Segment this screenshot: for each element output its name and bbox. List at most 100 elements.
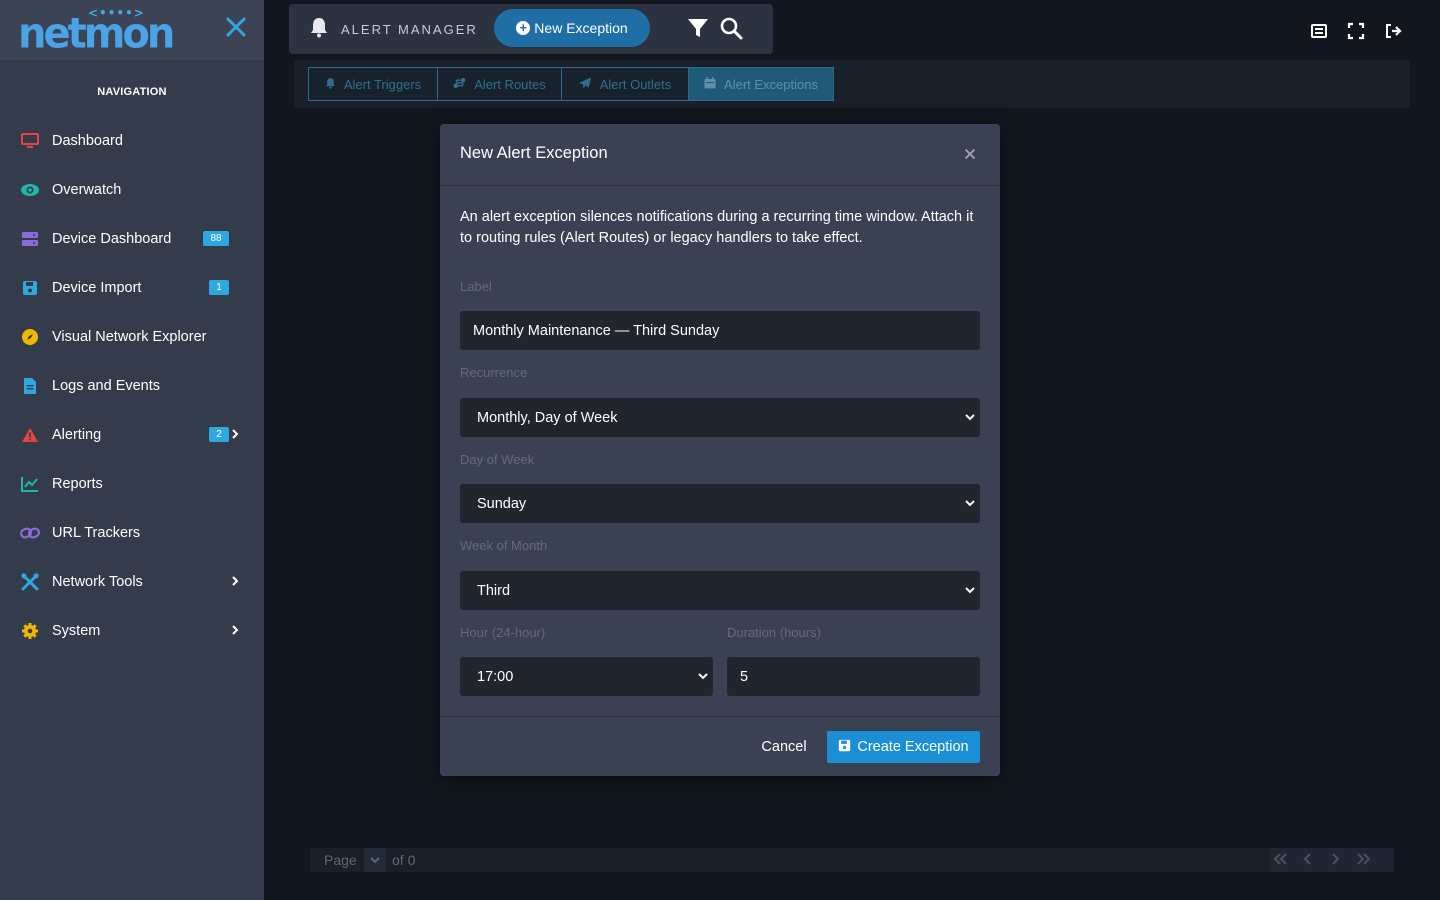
chevron-down-icon xyxy=(965,587,975,594)
last-page-button[interactable] xyxy=(1356,850,1372,872)
chevron-right-icon xyxy=(230,573,240,589)
newspaper-button[interactable] xyxy=(1310,22,1328,40)
sidebar-item-label: Logs and Events xyxy=(52,377,161,394)
nav-heading: NAVIGATION xyxy=(97,86,167,98)
page-count: of 0 xyxy=(392,852,416,868)
tab-alert-outlets[interactable]: Alert Outlets xyxy=(561,67,689,101)
sidebar-item-label: URL Trackers xyxy=(52,524,141,541)
hour-label: Hour (24-hour) xyxy=(460,625,546,640)
day-of-week-select[interactable]: Sunday xyxy=(460,484,980,523)
page-title: ALERT MANAGER xyxy=(309,4,478,54)
filter-icon xyxy=(688,19,708,37)
create-exception-label: Create Exception xyxy=(857,739,969,755)
tab-label: Alert Routes xyxy=(474,76,546,92)
double-chevron-left-icon xyxy=(1273,853,1287,865)
sidebar-item-device-dashboard[interactable]: Device Dashboard 88 xyxy=(0,214,264,263)
paper-plane-icon xyxy=(578,76,592,92)
recurrence-select[interactable]: Monthly, Day of Week xyxy=(460,398,980,437)
close-sidebar-button[interactable] xyxy=(224,16,248,42)
sidebar-item-visual-network-explorer[interactable]: Visual Network Explorer xyxy=(0,312,264,361)
week-of-month-label: Week of Month xyxy=(460,538,548,553)
create-exception-button[interactable]: Create Exception xyxy=(827,731,980,763)
logo[interactable]: netmon xyxy=(18,11,175,57)
sidebar-item-label: Device Dashboard xyxy=(52,230,172,247)
chevron-down-icon xyxy=(965,414,975,421)
chevron-right-icon xyxy=(230,622,240,638)
modal-header: New Alert Exception xyxy=(440,124,1000,186)
first-page-button[interactable] xyxy=(1272,850,1288,872)
sidebar-item-alerting[interactable]: Alerting 2 xyxy=(0,410,264,459)
new-exception-modal: New Alert Exception An alert exception s… xyxy=(440,124,1000,776)
week-of-month-select[interactable]: Third xyxy=(460,571,980,610)
chart-line-icon xyxy=(20,474,40,494)
server-icon xyxy=(20,229,40,249)
page-label: Page xyxy=(324,852,357,868)
new-exception-button[interactable]: + New Exception xyxy=(494,9,650,47)
warning-icon xyxy=(20,425,40,445)
route-icon xyxy=(453,77,466,92)
tab-alert-exceptions[interactable]: Alert Exceptions xyxy=(688,67,834,101)
link-icon xyxy=(20,523,40,543)
week-of-month-value: Third xyxy=(477,582,511,599)
page-select[interactable] xyxy=(364,848,386,872)
close-icon xyxy=(226,17,246,37)
topbar: ALERT MANAGER + New Exception xyxy=(289,4,773,54)
nav-list: Dashboard Overwatch Device Dashboard 88 … xyxy=(0,116,264,655)
sidebar-item-label: Reports xyxy=(52,475,103,492)
recurrence-value: Monthly, Day of Week xyxy=(477,409,618,426)
page-title-label: ALERT MANAGER xyxy=(341,21,478,37)
sidebar-item-dashboard[interactable]: Dashboard xyxy=(0,116,264,165)
hour-value: 17:00 xyxy=(477,668,514,685)
tab-label: Alert Exceptions xyxy=(724,76,818,92)
tools-icon xyxy=(20,572,40,592)
pager-buttons xyxy=(1270,848,1394,872)
sidebar: <••••> netmon NAVIGATION Dashboard Overw… xyxy=(0,0,264,900)
sidebar-item-reports[interactable]: Reports xyxy=(0,459,264,508)
gear-icon xyxy=(20,621,40,641)
bell-icon xyxy=(309,16,329,42)
save-icon xyxy=(20,278,40,298)
duration-label: Duration (hours) xyxy=(727,625,821,640)
tab-alert-triggers[interactable]: Alert Triggers xyxy=(308,67,438,101)
chevron-down-icon xyxy=(965,500,975,507)
tab-label: Alert Outlets xyxy=(599,76,672,92)
modal-close-button[interactable] xyxy=(964,144,976,165)
newspaper-icon xyxy=(1311,24,1327,38)
save-icon xyxy=(838,739,851,756)
sidebar-item-device-import[interactable]: Device Import 1 xyxy=(0,263,264,312)
day-of-week-label: Day of Week xyxy=(460,452,535,467)
search-button[interactable] xyxy=(719,16,745,42)
sidebar-item-logs-and-events[interactable]: Logs and Events xyxy=(0,361,264,410)
sidebar-item-overwatch[interactable]: Overwatch xyxy=(0,165,264,214)
search-icon xyxy=(720,17,743,40)
prev-page-button[interactable] xyxy=(1303,850,1313,872)
logout-button[interactable] xyxy=(1384,22,1402,40)
count-badge: 1 xyxy=(209,280,229,295)
hour-select[interactable]: 17:00 xyxy=(460,657,713,696)
bell-icon xyxy=(325,77,336,92)
sidebar-item-url-trackers[interactable]: URL Trackers xyxy=(0,508,264,557)
duration-input[interactable]: 5 xyxy=(727,657,980,696)
fullscreen-button[interactable] xyxy=(1347,22,1365,40)
cancel-button[interactable]: Cancel xyxy=(752,731,816,763)
count-badge: 2 xyxy=(209,427,229,442)
recurrence-label: Recurrence xyxy=(460,365,528,380)
label-input[interactable]: Monthly Maintenance — Third Sunday xyxy=(460,311,980,350)
label-field-label: Label xyxy=(460,279,492,294)
tab-label: Alert Triggers xyxy=(343,76,422,92)
next-page-button[interactable] xyxy=(1330,850,1340,872)
file-icon xyxy=(20,376,40,396)
filter-button[interactable] xyxy=(686,16,712,42)
modal-description: An alert exception silences notification… xyxy=(460,209,974,246)
compass-icon xyxy=(20,327,40,347)
modal-footer: Cancel Create Exception xyxy=(440,716,1000,776)
sidebar-item-network-tools[interactable]: Network Tools xyxy=(0,557,264,606)
sign-out-icon xyxy=(1386,24,1402,38)
chevron-right-icon xyxy=(1332,853,1340,865)
sidebar-item-label: System xyxy=(52,622,101,639)
tab-alert-routes[interactable]: Alert Routes xyxy=(437,67,562,101)
pagination: Page of 0 xyxy=(310,848,1394,872)
sidebar-item-system[interactable]: System xyxy=(0,606,264,655)
double-chevron-right-icon xyxy=(1357,853,1371,865)
chevron-down-icon xyxy=(370,857,380,864)
